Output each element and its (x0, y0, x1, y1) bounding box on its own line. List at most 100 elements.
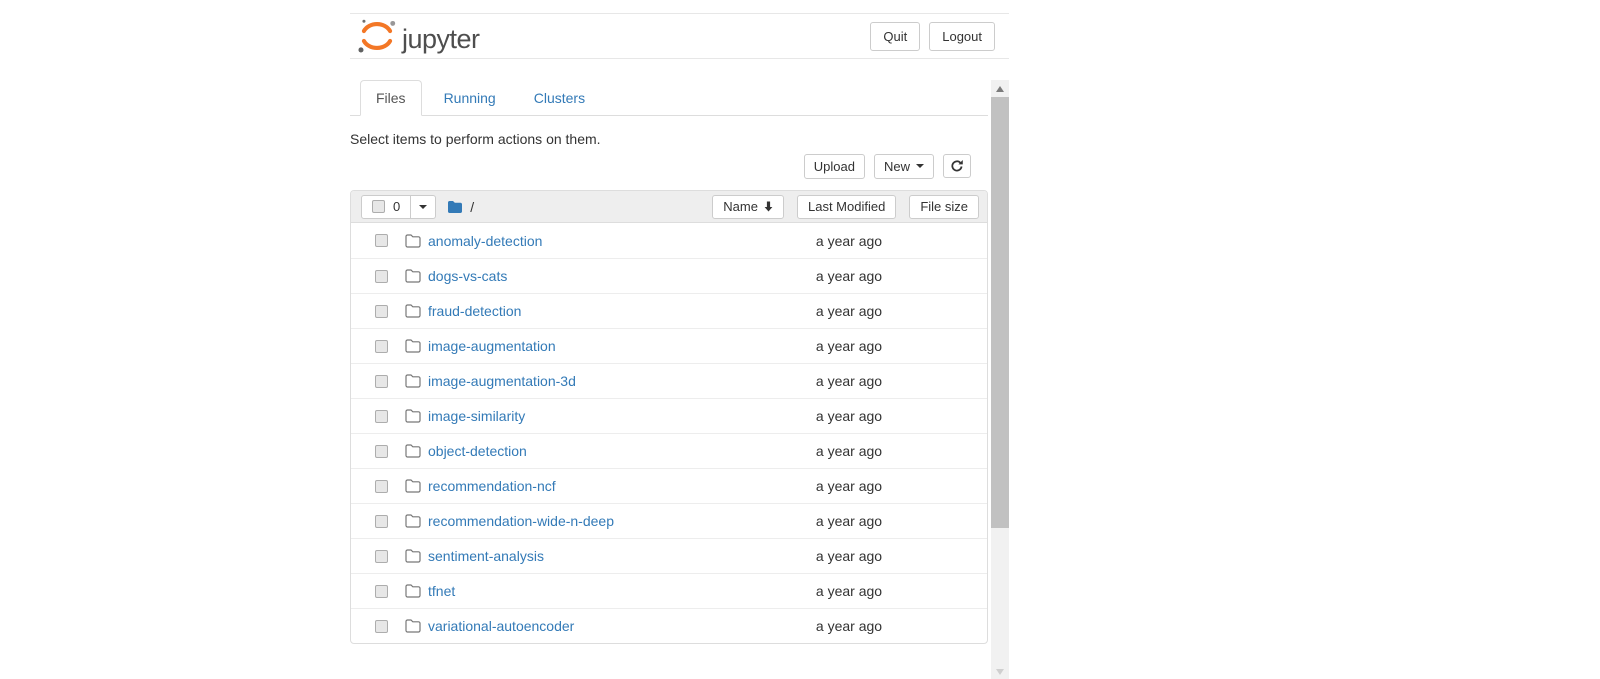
row-checkbox[interactable] (375, 340, 388, 353)
app-title: jupyter (402, 24, 480, 54)
refresh-button[interactable] (943, 154, 971, 178)
app-container: jupyter Quit Logout Files Running Cluste… (350, 13, 1009, 679)
folder-icon (405, 584, 421, 598)
folder-icon (405, 619, 421, 633)
tab-files[interactable]: Files (360, 80, 422, 116)
item-link[interactable]: image-similarity (428, 408, 525, 424)
header: jupyter Quit Logout (350, 13, 1009, 59)
table-row: image-augmentation-3d a year ago (351, 363, 987, 398)
table-row: object-detection a year ago (351, 433, 987, 468)
item-link[interactable]: tfnet (428, 583, 455, 599)
triangle-up-icon (996, 86, 1004, 92)
folder-icon (405, 514, 421, 528)
row-checkbox[interactable] (375, 375, 388, 388)
row-modified: a year ago (769, 583, 929, 599)
row-modified: a year ago (769, 618, 929, 634)
item-link[interactable]: fraud-detection (428, 303, 521, 319)
folder-icon (405, 479, 421, 493)
folder-icon (405, 339, 421, 353)
jupyter-logo-icon (357, 18, 397, 54)
folder-icon (405, 409, 421, 423)
scroll-up-button[interactable] (991, 80, 1009, 97)
row-modified: a year ago (769, 478, 929, 494)
new-dropdown-label: New (884, 159, 910, 174)
caret-down-icon (916, 164, 924, 168)
sort-size-button[interactable]: File size (909, 195, 979, 219)
logout-button[interactable]: Logout (929, 22, 995, 51)
table-row: anomaly-detection a year ago (351, 223, 987, 258)
row-modified: a year ago (769, 303, 929, 319)
table-row: dogs-vs-cats a year ago (351, 258, 987, 293)
item-link[interactable]: anomaly-detection (428, 233, 542, 249)
item-link[interactable]: sentiment-analysis (428, 548, 544, 564)
header-buttons: Quit Logout (870, 22, 995, 51)
sort-modified-button[interactable]: Last Modified (797, 195, 896, 219)
table-row: tfnet a year ago (351, 573, 987, 608)
sort-name-button[interactable]: Name (712, 195, 784, 219)
tab-bar: Files Running Clusters (350, 80, 988, 116)
scrollbar[interactable] (991, 80, 1009, 679)
selected-count: 0 (393, 199, 400, 214)
content-pane: Files Running Clusters Select items to p… (350, 80, 1009, 679)
triangle-down-icon (996, 669, 1004, 675)
table-row: fraud-detection a year ago (351, 293, 987, 328)
table-row: sentiment-analysis a year ago (351, 538, 987, 573)
row-checkbox[interactable] (375, 515, 388, 528)
scroll-thumb[interactable] (991, 97, 1009, 528)
row-modified: a year ago (769, 548, 929, 564)
action-toolbar: Upload New (350, 152, 988, 180)
table-row: image-augmentation a year ago (351, 328, 987, 363)
row-checkbox[interactable] (375, 585, 388, 598)
refresh-icon (950, 159, 964, 173)
tab-clusters[interactable]: Clusters (518, 80, 601, 116)
select-all-checkbox[interactable] (372, 200, 385, 213)
scroll-down-button[interactable] (991, 663, 1009, 679)
jupyter-logo[interactable]: jupyter (357, 18, 480, 54)
row-modified: a year ago (769, 373, 929, 389)
row-checkbox[interactable] (375, 620, 388, 633)
item-link[interactable]: recommendation-wide-n-deep (428, 513, 614, 529)
table-row: image-similarity a year ago (351, 398, 987, 433)
row-checkbox[interactable] (375, 305, 388, 318)
list-header: 0 / (351, 191, 987, 223)
breadcrumb-root-link[interactable]: / (470, 199, 474, 215)
breadcrumb: / (447, 199, 474, 215)
select-dropdown-toggle[interactable] (411, 195, 436, 219)
row-modified: a year ago (769, 408, 929, 424)
folder-icon (405, 374, 421, 388)
item-link[interactable]: variational-autoencoder (428, 618, 574, 634)
row-checkbox[interactable] (375, 480, 388, 493)
row-modified: a year ago (769, 233, 929, 249)
row-checkbox[interactable] (375, 234, 388, 247)
row-modified: a year ago (769, 338, 929, 354)
quit-button[interactable]: Quit (870, 22, 920, 51)
table-row: recommendation-wide-n-deep a year ago (351, 503, 987, 538)
table-row: variational-autoencoder a year ago (351, 608, 987, 643)
folder-icon (405, 549, 421, 563)
sort-buttons: Name Last Modified File size (712, 195, 979, 219)
item-link[interactable]: recommendation-ncf (428, 478, 556, 494)
folder-open-icon (447, 200, 463, 214)
item-link[interactable]: image-augmentation (428, 338, 556, 354)
row-checkbox[interactable] (375, 270, 388, 283)
arrow-down-icon (764, 201, 773, 212)
file-list: 0 / (350, 190, 988, 644)
item-link[interactable]: object-detection (428, 443, 527, 459)
select-all-button[interactable]: 0 (361, 195, 411, 219)
folder-icon (405, 234, 421, 248)
tab-running[interactable]: Running (428, 80, 512, 116)
upload-button[interactable]: Upload (804, 154, 865, 179)
item-link[interactable]: image-augmentation-3d (428, 373, 576, 389)
row-modified: a year ago (769, 268, 929, 284)
row-checkbox[interactable] (375, 550, 388, 563)
item-link[interactable]: dogs-vs-cats (428, 268, 507, 284)
folder-icon (405, 444, 421, 458)
row-checkbox[interactable] (375, 410, 388, 423)
select-notice: Select items to perform actions on them. (350, 131, 988, 147)
table-row: recommendation-ncf a year ago (351, 468, 987, 503)
new-dropdown-button[interactable]: New (874, 154, 934, 179)
row-modified: a year ago (769, 443, 929, 459)
row-checkbox[interactable] (375, 445, 388, 458)
select-all-group: 0 (361, 195, 436, 219)
caret-down-icon (419, 205, 427, 209)
